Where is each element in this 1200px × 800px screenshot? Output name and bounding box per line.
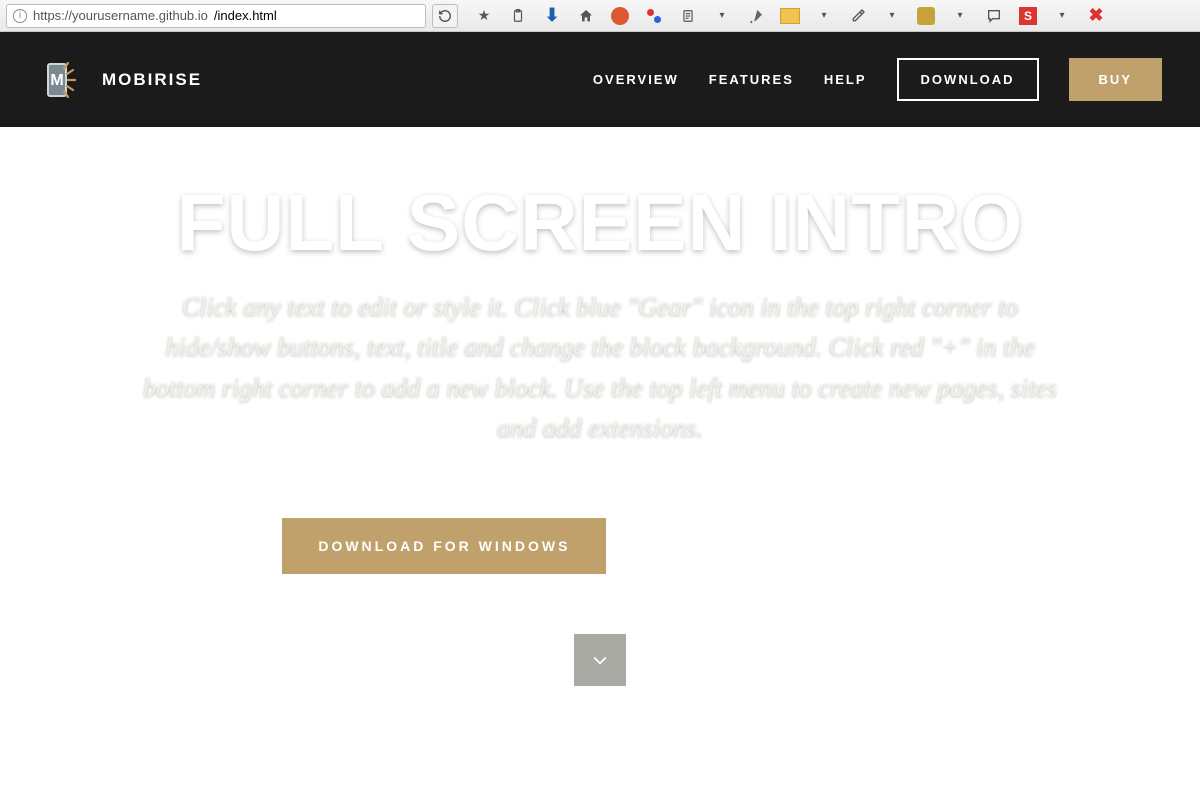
chat-icon[interactable] <box>984 6 1004 26</box>
nav-link-help[interactable]: HELP <box>824 72 867 87</box>
svg-text:M: M <box>50 72 63 89</box>
color-balls-icon[interactable] <box>644 6 664 26</box>
page-content: M MOBIRISE OVERVIEW FEATURES HELP DOWNLO… <box>0 32 1200 800</box>
download-button[interactable]: DOWNLOAD <box>897 58 1039 101</box>
hero-subtitle[interactable]: Click any text to edit or style it. Clic… <box>130 287 1070 448</box>
brush-icon[interactable] <box>746 6 766 26</box>
nav-link-features[interactable]: FEATURES <box>709 72 794 87</box>
scroll-down-button[interactable] <box>574 634 626 686</box>
reload-button[interactable] <box>432 4 458 28</box>
dropdown-icon[interactable]: ▾ <box>814 6 834 26</box>
duckduckgo-icon[interactable] <box>610 6 630 26</box>
x-extension-icon[interactable]: ✖ <box>1086 6 1106 26</box>
url-path: /index.html <box>214 8 277 23</box>
dropdown-icon[interactable]: ▾ <box>712 6 732 26</box>
site-info-icon[interactable]: i <box>13 9 27 23</box>
home-icon[interactable] <box>576 6 596 26</box>
brand-name: MOBIRISE <box>102 70 202 90</box>
browser-toolbar-icons: ★ ⬇ ▾ ▾ ▾ ▾ S ▾ ✖ <box>474 6 1106 26</box>
greasemonkey-icon[interactable] <box>916 6 936 26</box>
download-arrow-icon[interactable]: ⬇ <box>542 6 562 26</box>
eyedropper-icon[interactable] <box>848 6 868 26</box>
dropdown-icon[interactable]: ▾ <box>882 6 902 26</box>
download-mac-button[interactable]: DOWNLOAD FOR MAC <box>632 518 917 574</box>
address-bar[interactable]: i https://yourusername.github.io/index.h… <box>6 4 426 28</box>
site-navbar: M MOBIRISE OVERVIEW FEATURES HELP DOWNLO… <box>0 32 1200 127</box>
brand[interactable]: M MOBIRISE <box>38 58 202 102</box>
chevron-down-icon <box>590 650 610 670</box>
url-host: https://yourusername.github.io <box>33 8 208 23</box>
dropdown-icon[interactable]: ▾ <box>950 6 970 26</box>
browser-toolbar: i https://yourusername.github.io/index.h… <box>0 0 1200 32</box>
hero-actions: DOWNLOAD FOR WINDOWS DOWNLOAD FOR MAC <box>282 518 917 574</box>
highlight-icon[interactable] <box>780 6 800 26</box>
s-extension-icon[interactable]: S <box>1018 6 1038 26</box>
hero-title[interactable]: FULL SCREEN INTRO <box>177 183 1024 263</box>
brand-logo-icon: M <box>38 58 82 102</box>
buy-button[interactable]: BUY <box>1069 58 1162 101</box>
nav-link-overview[interactable]: OVERVIEW <box>593 72 679 87</box>
nav-right: OVERVIEW FEATURES HELP DOWNLOAD BUY <box>593 58 1162 101</box>
note-clip-icon[interactable] <box>678 6 698 26</box>
hero-section: FULL SCREEN INTRO Click any text to edit… <box>0 127 1200 800</box>
download-windows-button[interactable]: DOWNLOAD FOR WINDOWS <box>282 518 606 574</box>
clipboard-icon[interactable] <box>508 6 528 26</box>
star-icon[interactable]: ★ <box>474 6 494 26</box>
dropdown-icon[interactable]: ▾ <box>1052 6 1072 26</box>
